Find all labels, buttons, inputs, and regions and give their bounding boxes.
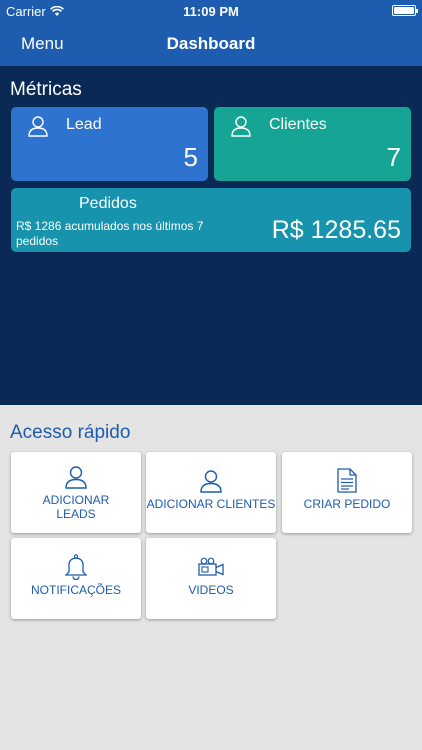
orders-total: R$ 1285.65 — [271, 216, 401, 244]
add-leads-label: ADICIONAR LEADS — [42, 493, 110, 521]
status-time: 11:09 PM — [183, 4, 239, 19]
page-title: Dashboard — [166, 34, 256, 53]
notifications-label: NOTIFICAÇÕES — [30, 583, 121, 597]
bell-icon — [65, 554, 87, 580]
create-order-label: CRIAR PEDIDO — [303, 497, 391, 511]
status-bar: Carrier 11:09 PM — [0, 0, 422, 22]
create-order-button[interactable]: CRIAR PEDIDO — [282, 452, 412, 533]
orders-description: R$ 1286 acumulados nos últimos 7 pedidos — [16, 219, 204, 248]
user-icon — [200, 470, 222, 493]
add-clients-label: ADICIONAR CLIENTES — [146, 497, 276, 511]
user-icon — [28, 116, 48, 137]
document-icon — [337, 468, 357, 493]
videos-label: VIDEOS — [188, 583, 234, 597]
clients-count: 7 — [386, 142, 401, 172]
metrics-title: Métricas — [10, 79, 82, 100]
quick-access-title: Acesso rápido — [10, 422, 131, 443]
lead-card[interactable]: Lead 5 — [11, 107, 208, 181]
lead-count: 5 — [183, 142, 198, 172]
video-camera-icon — [198, 557, 224, 576]
lead-label: Lead — [66, 116, 102, 133]
add-leads-button[interactable]: ADICIONAR LEADS — [11, 452, 141, 533]
navigation-bar: Menu Dashboard — [0, 22, 422, 66]
orders-label: Pedidos — [79, 195, 137, 212]
add-clients-button[interactable]: ADICIONAR CLIENTES — [146, 452, 276, 533]
clients-label: Clientes — [269, 116, 327, 133]
notifications-button[interactable]: NOTIFICAÇÕES — [11, 538, 141, 619]
user-icon — [65, 466, 87, 489]
clients-card[interactable]: Clientes 7 — [214, 107, 411, 181]
user-icon — [231, 116, 251, 137]
battery-icon — [392, 5, 418, 16]
metrics-section: Métricas Lead 5 Clientes 7 Pedidos R$ 12… — [0, 66, 422, 405]
videos-button[interactable]: VIDEOS — [146, 538, 276, 619]
orders-card[interactable]: Pedidos R$ 1286 acumulados nos últimos 7… — [11, 188, 411, 252]
